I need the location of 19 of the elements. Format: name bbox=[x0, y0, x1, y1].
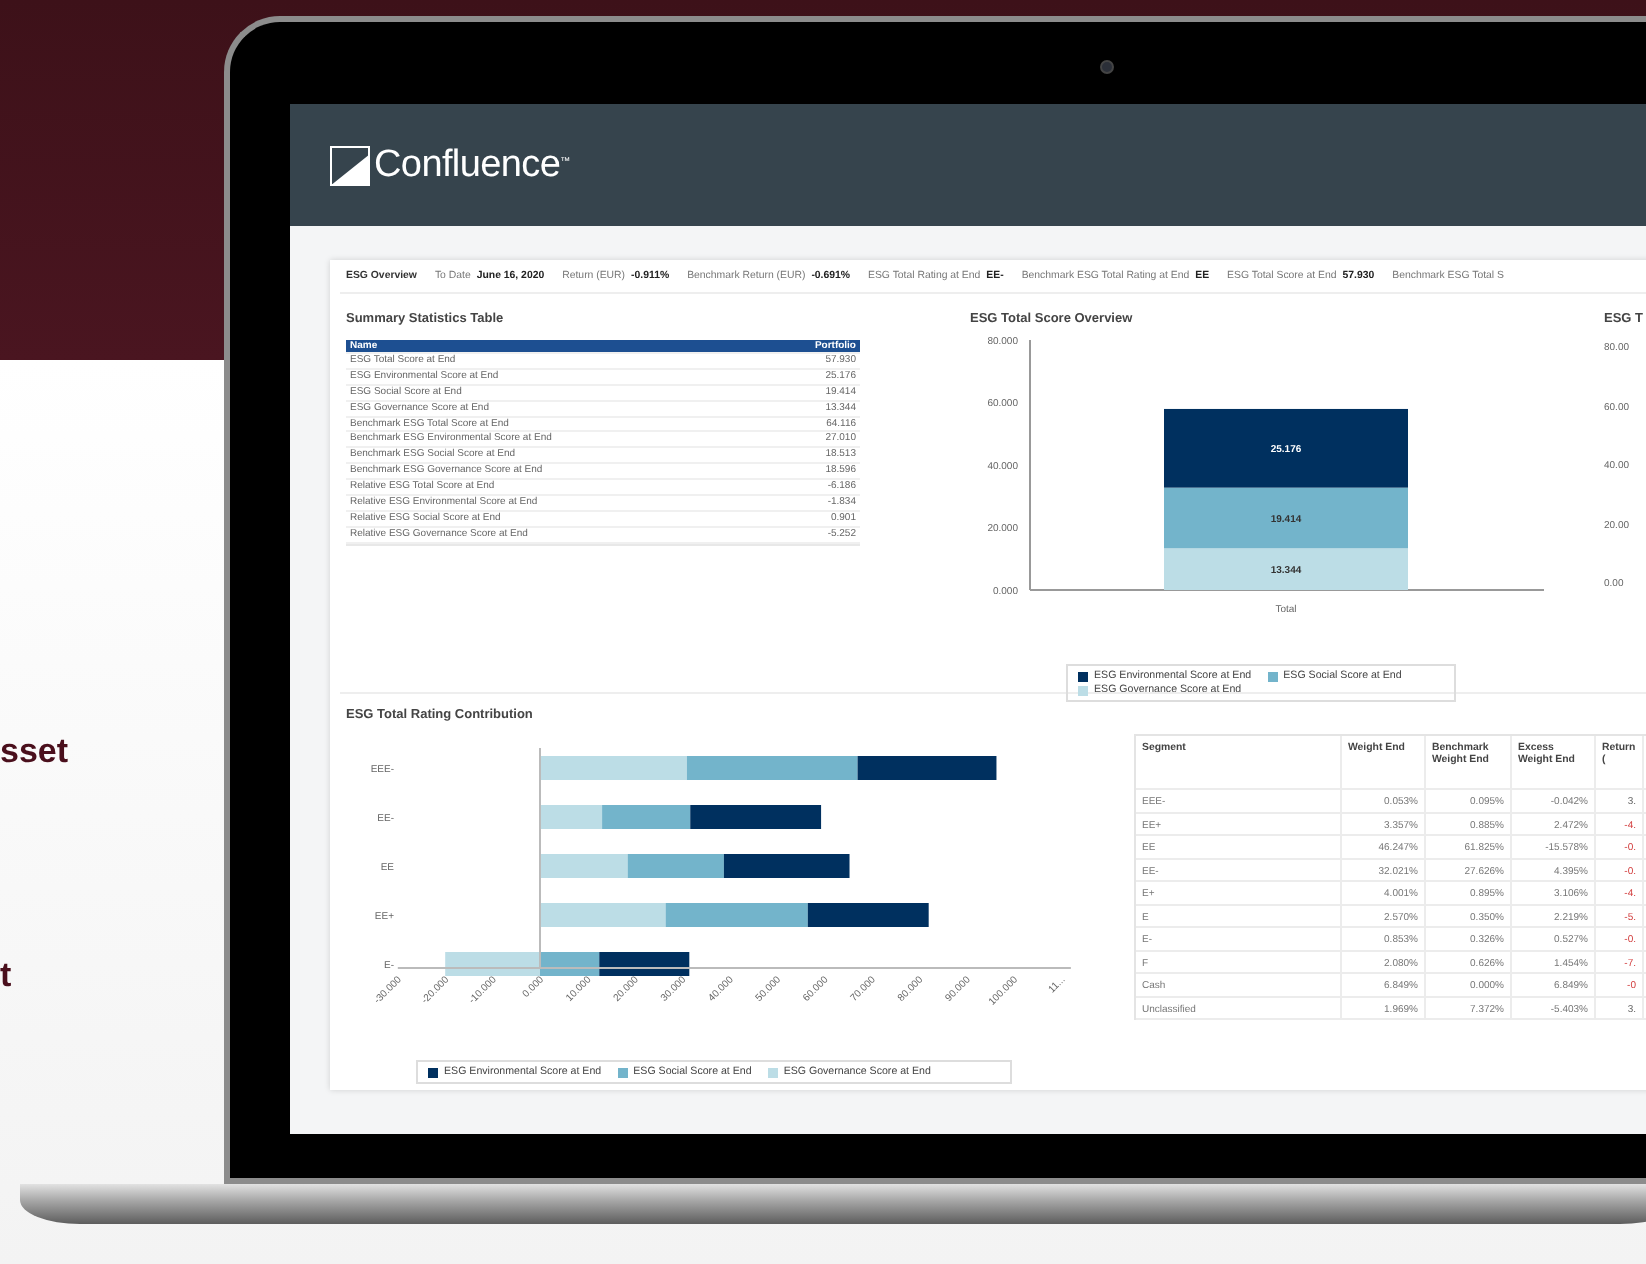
legend-swatch bbox=[767, 1067, 778, 1077]
bar-segment bbox=[627, 854, 724, 878]
bar-segment bbox=[857, 756, 997, 780]
bar-segment bbox=[540, 903, 666, 927]
bar-segment bbox=[540, 805, 603, 829]
bar-segment bbox=[807, 903, 929, 927]
logo-text: Confluence bbox=[374, 143, 561, 187]
heading-text: t bbox=[0, 956, 12, 996]
bar-segment bbox=[723, 854, 850, 878]
heading-text: sset bbox=[0, 732, 69, 772]
camera-icon bbox=[1100, 60, 1114, 74]
legend-swatch bbox=[428, 1067, 438, 1077]
bar-segment bbox=[665, 903, 808, 927]
logo-icon bbox=[330, 145, 370, 185]
legend-swatch bbox=[1267, 671, 1278, 681]
legend-swatch bbox=[1078, 671, 1088, 681]
legend-swatch bbox=[617, 1067, 628, 1077]
bar-segment bbox=[540, 854, 628, 878]
legend-swatch bbox=[1078, 685, 1088, 695]
